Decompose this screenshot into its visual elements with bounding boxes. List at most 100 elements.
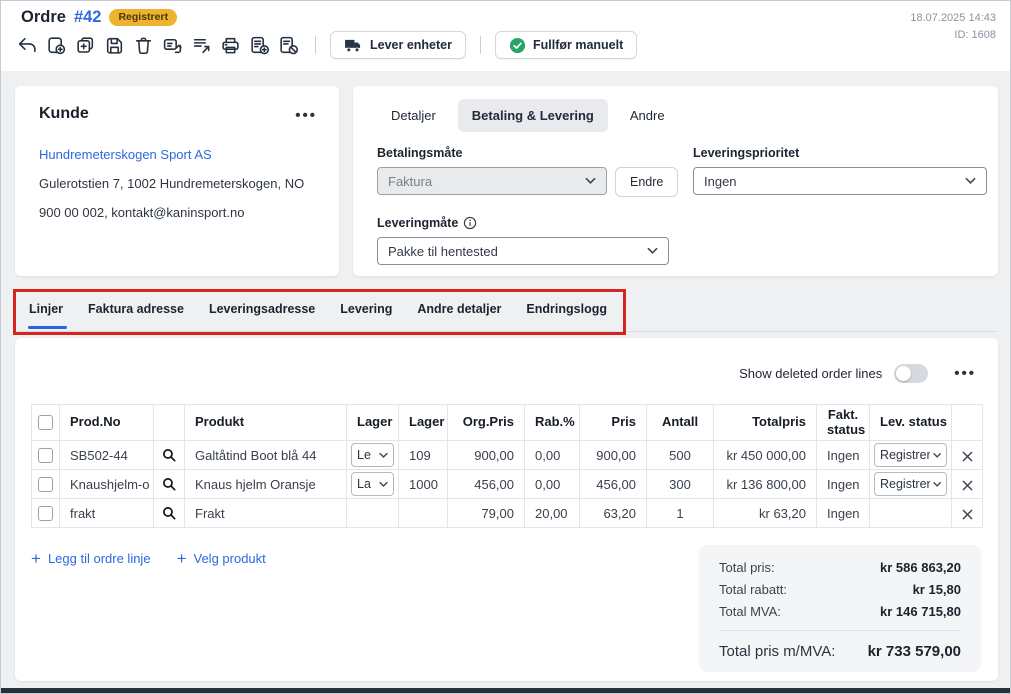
- delete-button[interactable]: [131, 32, 156, 58]
- cell-lager[interactable]: 1000: [399, 470, 448, 499]
- toolbar-divider: [315, 36, 316, 54]
- tab-linjer[interactable]: Linjer: [29, 302, 63, 329]
- convert-document-button[interactable]: [160, 32, 185, 58]
- order-page: Ordre #42 Registrert 18.07.2025 14:43 ID…: [0, 0, 1011, 694]
- add-order-line-label: Legg til ordre linje: [48, 551, 151, 566]
- save-button[interactable]: [102, 32, 127, 58]
- cell-rab[interactable]: 0,00: [525, 441, 580, 470]
- deliver-units-button[interactable]: Lever enheter: [330, 31, 466, 59]
- grand-total-label: Total pris m/MVA:: [719, 643, 835, 660]
- customer-name-link[interactable]: Hundremeterskogen Sport AS: [39, 147, 315, 162]
- add-order-line-link[interactable]: + Legg til ordre linje: [31, 550, 151, 567]
- details-tabs: Detaljer Betaling & Levering Andre: [377, 99, 974, 132]
- row-checkbox[interactable]: [38, 506, 53, 521]
- select-all-checkbox[interactable]: [38, 415, 53, 430]
- cell-pris[interactable]: 456,00: [580, 470, 647, 499]
- product-search-button[interactable]: [161, 505, 177, 521]
- chevron-down-icon: [585, 177, 596, 185]
- cell-org-pris[interactable]: 79,00: [448, 499, 525, 528]
- delivery-priority-group: Leveringsprioritet Ingen: [693, 146, 987, 195]
- lines-menu-button[interactable]: •••: [954, 366, 976, 381]
- cell-prod-no[interactable]: SB502-44: [60, 441, 154, 470]
- cell-pris[interactable]: 63,20: [580, 499, 647, 528]
- col-rab: Rab.%: [525, 405, 580, 441]
- tab-levering[interactable]: Levering: [340, 302, 392, 329]
- remove-line-button[interactable]: [962, 509, 973, 520]
- toolbar-divider-2: [480, 36, 481, 54]
- order-timestamp: 18.07.2025 14:43: [910, 10, 996, 27]
- cell-org-pris[interactable]: 900,00: [448, 441, 525, 470]
- col-produkt: Produkt: [185, 405, 347, 441]
- cell-org-pris[interactable]: 456,00: [448, 470, 525, 499]
- cell-produkt[interactable]: Frakt: [185, 499, 347, 528]
- close-icon: [962, 509, 973, 520]
- delivery-status-select[interactable]: Registrert: [874, 472, 947, 496]
- tab-andre-detaljer[interactable]: Andre detaljer: [417, 302, 501, 329]
- cell-antall[interactable]: 300: [647, 470, 714, 499]
- tab-andre[interactable]: Andre: [616, 99, 679, 132]
- col-lager-1: Lager: [347, 405, 399, 441]
- page-title: Ordre #42 Registrert: [21, 8, 177, 27]
- total-discount-label: Total rabatt:: [719, 582, 787, 597]
- delivery-method-label: Leveringmåte: [377, 216, 669, 230]
- select-product-link[interactable]: + Velg produkt: [177, 550, 266, 567]
- print-button[interactable]: [218, 32, 243, 58]
- cell-lager[interactable]: 109: [399, 441, 448, 470]
- search-icon: [161, 505, 177, 521]
- row-checkbox[interactable]: [38, 477, 53, 492]
- cell-rab[interactable]: 20,00: [525, 499, 580, 528]
- row-checkbox[interactable]: [38, 448, 53, 463]
- tab-detaljer[interactable]: Detaljer: [377, 99, 450, 132]
- file-plus-icon: [46, 35, 67, 56]
- plus-icon: +: [177, 550, 187, 567]
- top-bar: Ordre #42 Registrert 18.07.2025 14:43 ID…: [1, 1, 1010, 71]
- cancel-invoice-button[interactable]: [276, 32, 301, 58]
- order-title-text: Ordre: [21, 8, 66, 27]
- order-lines-panel: Show deleted order lines ••• Prod.No Pro…: [15, 338, 998, 681]
- delivery-priority-label: Leveringsprioritet: [693, 146, 987, 160]
- cell-rab[interactable]: 0,00: [525, 470, 580, 499]
- delivery-status-select[interactable]: Registrert: [874, 443, 947, 467]
- chevron-down-icon: [933, 452, 941, 459]
- delivery-status-value: Registrert: [880, 477, 930, 491]
- cell-prod-no[interactable]: frakt: [60, 499, 154, 528]
- cell-lager[interactable]: [399, 499, 448, 528]
- remove-line-button[interactable]: [962, 451, 973, 462]
- customer-menu-button[interactable]: •••: [295, 108, 317, 123]
- stock-select-value: La: [357, 477, 371, 491]
- stock-select[interactable]: La: [351, 472, 394, 496]
- order-meta: 18.07.2025 14:43 ID: 1608: [910, 10, 996, 44]
- cell-prod-no[interactable]: Knaushjelm-o: [60, 470, 154, 499]
- undo-button[interactable]: [15, 32, 40, 58]
- delivery-method-select[interactable]: Pakke til hentested: [377, 237, 669, 265]
- cell-produkt[interactable]: Knaus hjelm Oransje: [185, 470, 347, 499]
- remove-line-button[interactable]: [962, 480, 973, 491]
- stock-select[interactable]: Le: [351, 443, 394, 467]
- duplicate-button[interactable]: [73, 32, 98, 58]
- cell-pris[interactable]: 900,00: [580, 441, 647, 470]
- file-add-icon: [249, 35, 270, 56]
- chevron-down-icon: [647, 247, 658, 255]
- cell-antall[interactable]: 500: [647, 441, 714, 470]
- complete-manually-label: Fullfør manuelt: [533, 38, 623, 52]
- tab-betaling-levering[interactable]: Betaling & Levering: [458, 99, 608, 132]
- edit-list-button[interactable]: [189, 32, 214, 58]
- complete-manually-button[interactable]: Fullfør manuelt: [495, 31, 637, 59]
- delivery-priority-select[interactable]: Ingen: [693, 167, 987, 195]
- show-deleted-toggle[interactable]: [894, 364, 928, 383]
- add-invoice-button[interactable]: [247, 32, 272, 58]
- tab-faktura-adresse[interactable]: Faktura adresse: [88, 302, 184, 329]
- tab-leveringsadresse[interactable]: Leveringsadresse: [209, 302, 315, 329]
- cell-totalpris: kr 136 800,00: [714, 470, 817, 499]
- product-search-button[interactable]: [161, 476, 177, 492]
- cell-produkt[interactable]: Galtåtind Boot blå 44: [185, 441, 347, 470]
- cell-antall[interactable]: 1: [647, 499, 714, 528]
- payment-method-select[interactable]: Faktura: [377, 167, 607, 195]
- totals-panel: Total pris: kr 586 863,20 Total rabatt: …: [699, 545, 981, 672]
- product-search-button[interactable]: [161, 447, 177, 463]
- new-document-button[interactable]: [44, 32, 69, 58]
- tab-endringslogg[interactable]: Endringslogg: [526, 302, 607, 329]
- deliver-units-label: Lever enheter: [370, 38, 452, 52]
- change-payment-button[interactable]: Endre: [615, 167, 678, 197]
- save-icon: [104, 35, 125, 56]
